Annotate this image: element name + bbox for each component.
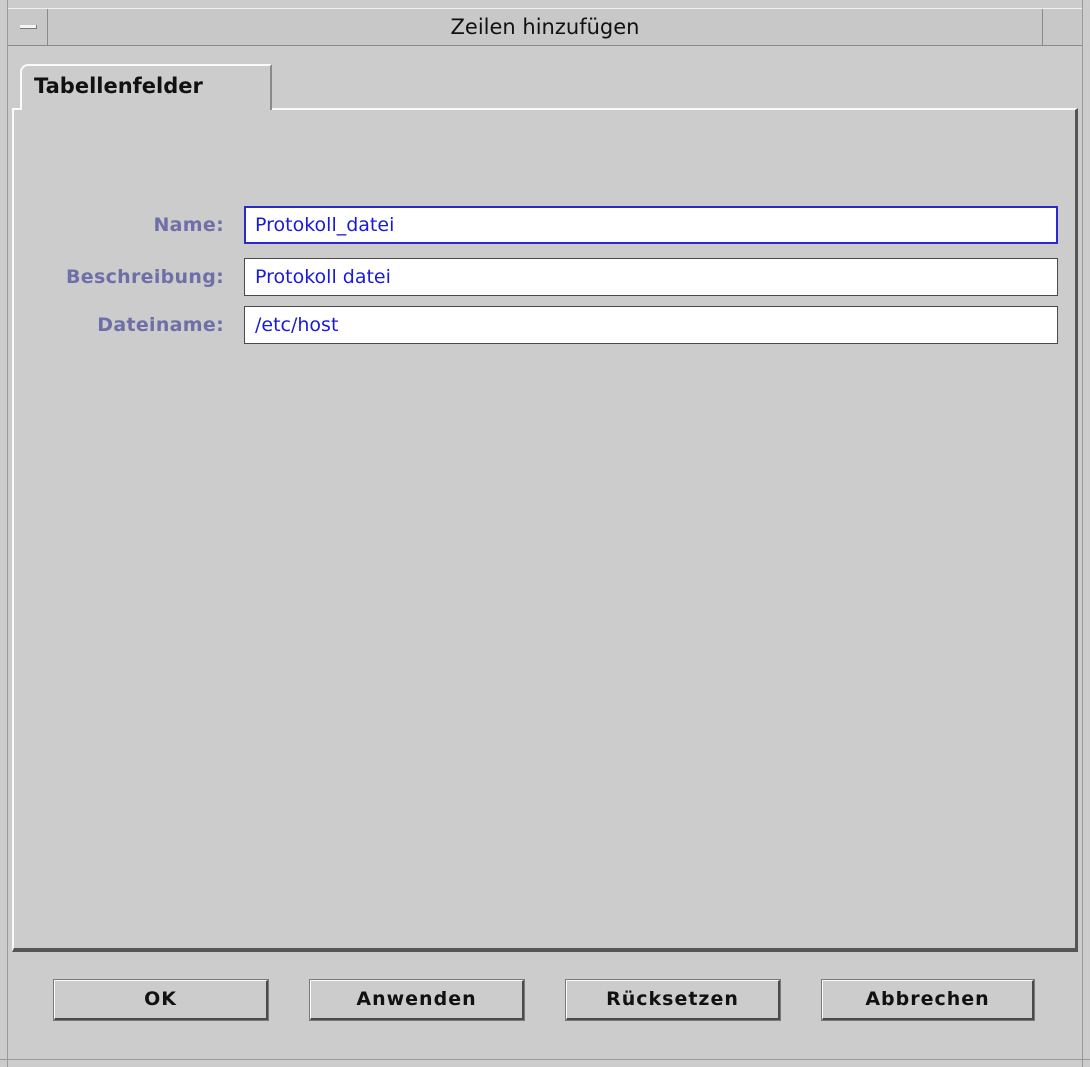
name-label: Name: bbox=[153, 214, 224, 236]
window-frame-left[interactable] bbox=[0, 0, 8, 1067]
tab-tabellenfelder[interactable]: Tabellenfelder bbox=[20, 64, 272, 110]
dateiname-input[interactable] bbox=[244, 306, 1058, 344]
window-menu-icon bbox=[20, 25, 37, 29]
apply-button[interactable]: Anwenden bbox=[309, 979, 525, 1021]
window-frame-right[interactable] bbox=[1082, 0, 1090, 1067]
form-row-beschreibung: Beschreibung: bbox=[14, 258, 1080, 296]
dateiname-label: Dateiname: bbox=[97, 314, 224, 336]
title-bar-corner bbox=[1042, 9, 1082, 45]
dialog-window: Zeilen hinzufügen Tabellenfelder Name: B… bbox=[0, 0, 1090, 1067]
dialog-content: Tabellenfelder Name: Beschreibung: Datei… bbox=[12, 54, 1078, 954]
name-input[interactable] bbox=[244, 206, 1058, 244]
window-frame-bottom[interactable] bbox=[0, 1059, 1090, 1067]
title-bar[interactable]: Zeilen hinzufügen bbox=[8, 8, 1082, 46]
tab-label: Tabellenfelder bbox=[34, 74, 203, 98]
beschreibung-input[interactable] bbox=[244, 258, 1058, 296]
window-title: Zeilen hinzufügen bbox=[450, 15, 640, 39]
cancel-button[interactable]: Abbrechen bbox=[821, 979, 1035, 1021]
reset-button[interactable]: Rücksetzen bbox=[565, 979, 781, 1021]
ok-button[interactable]: OK bbox=[53, 979, 269, 1021]
form-row-name: Name: bbox=[14, 206, 1080, 244]
window-menu-button[interactable] bbox=[8, 9, 48, 45]
form-row-dateiname: Dateiname: bbox=[14, 306, 1080, 344]
beschreibung-label: Beschreibung: bbox=[66, 266, 224, 288]
tab-panel: Name: Beschreibung: Dateiname: bbox=[12, 108, 1078, 952]
button-bar: OK Anwenden Rücksetzen Abbrechen bbox=[8, 962, 1082, 1058]
